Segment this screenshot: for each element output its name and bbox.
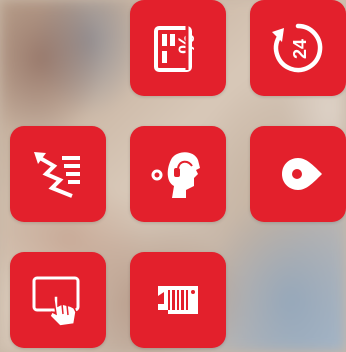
tablet-touch-tile[interactable] [10,252,106,348]
customer-support-tile[interactable] [130,126,226,222]
price-drop-tile[interactable] [10,126,106,222]
24-hour-service-icon: 24 [272,23,323,73]
support-agent-icon [151,152,200,198]
gift-card-tile[interactable] [130,252,226,348]
price-drop-chart-icon [34,152,80,198]
store-location-tile[interactable] [250,126,346,222]
tablet-touch-icon [32,276,80,327]
service-24h-tile[interactable]: 24 [250,0,346,96]
card-discount-tile[interactable]: % [130,0,226,96]
gift-card-barcode-icon [158,286,198,314]
24-label: 24 [290,39,310,59]
location-pin-icon [282,158,322,190]
card-discount-icon: % [154,26,199,72]
